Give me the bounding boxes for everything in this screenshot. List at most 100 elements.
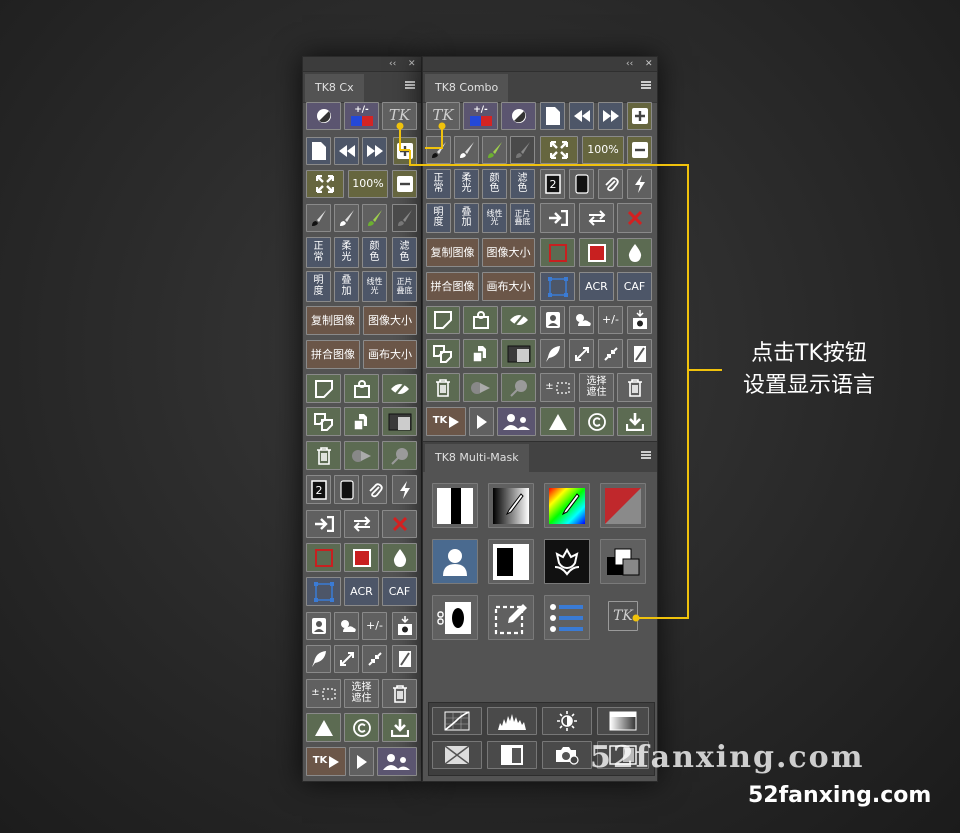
mask-list-button[interactable] (544, 595, 590, 640)
attach-button[interactable] (362, 475, 387, 504)
gradient-pick-button[interactable] (488, 483, 534, 528)
blend-multiply-button[interactable]: 正片 叠底 (510, 203, 535, 233)
select-all-button[interactable] (306, 577, 341, 606)
weather-button[interactable] (334, 612, 359, 640)
step-back-button[interactable] (334, 137, 359, 165)
canvas-size-button[interactable]: 画布大小 (363, 340, 417, 369)
half-mask-button[interactable] (488, 539, 534, 584)
save-snapshot-button[interactable] (627, 306, 652, 334)
copy-layers-button[interactable] (306, 407, 341, 436)
zoom-in-button[interactable] (627, 102, 652, 130)
blend-linear-light-button[interactable]: 线性光 (362, 271, 387, 302)
feather-button[interactable] (306, 645, 331, 673)
flatten-image-button[interactable]: 拼合图像 (306, 340, 360, 369)
panel-menu-icon[interactable] (641, 451, 651, 460)
zoom-100-button[interactable]: 100% (348, 170, 388, 198)
warning-button[interactable] (306, 713, 341, 742)
step-back-button[interactable] (569, 102, 594, 130)
group-mask-button[interactable] (463, 306, 498, 334)
import-button[interactable] (540, 203, 575, 233)
tk-settings-button[interactable]: TK (382, 102, 417, 130)
stroke-red-button[interactable] (306, 543, 341, 572)
step-forward-button[interactable] (362, 137, 387, 165)
blend-screen-button[interactable]: 滤色 (510, 169, 535, 199)
curves-button[interactable] (432, 707, 482, 735)
channel-button[interactable]: 2 (306, 475, 331, 504)
zoom-out-button[interactable] (627, 136, 652, 164)
red-diagonal-button[interactable] (600, 483, 646, 528)
tk-play-button[interactable]: TK (426, 407, 466, 436)
panel-menu-icon[interactable] (641, 81, 651, 90)
portrait-button[interactable] (540, 306, 565, 334)
swap-button[interactable] (344, 510, 379, 538)
image-size-button[interactable]: 图像大小 (482, 238, 535, 267)
brush-green-button[interactable] (482, 136, 507, 164)
import-button[interactable] (306, 510, 341, 538)
copyright-button[interactable] (579, 407, 614, 436)
users-button[interactable] (377, 747, 417, 776)
weather-button[interactable] (569, 306, 594, 334)
action-button[interactable] (627, 169, 652, 199)
smart-object-button[interactable] (463, 373, 498, 402)
select-all-button[interactable] (540, 272, 575, 301)
tab-tk8-cx[interactable]: TK8 Cx (305, 74, 364, 102)
save-snapshot-button[interactable] (392, 612, 417, 640)
flatten-image-button[interactable]: 拼合图像 (426, 272, 479, 301)
plus-minus-button[interactable]: +/- (598, 306, 623, 334)
users-button[interactable] (497, 407, 536, 436)
mobile-button[interactable] (569, 169, 594, 199)
blend-color-button[interactable]: 颜色 (482, 169, 507, 199)
contrast-button[interactable] (487, 741, 537, 769)
select-plus-minus-button[interactable]: ± (540, 373, 575, 402)
tab-tk8-combo[interactable]: TK8 Combo (425, 74, 509, 102)
delete-button[interactable] (382, 679, 417, 708)
brush-white-button[interactable] (334, 204, 359, 232)
vegetation-mask-button[interactable] (544, 539, 590, 584)
contract-selection-button[interactable] (362, 645, 387, 673)
portrait-button[interactable] (306, 612, 331, 640)
hide-layer-button[interactable] (501, 306, 536, 334)
blend-normal-button[interactable]: 正常 (306, 237, 331, 268)
brush-gray-button[interactable] (510, 136, 535, 164)
blend-luminosity-button[interactable]: 明度 (306, 271, 331, 302)
opacity-button[interactable] (617, 238, 652, 267)
dodge-burn-button[interactable] (306, 102, 341, 130)
blend-soft-light-button[interactable]: 柔光 (454, 169, 479, 199)
delete-layer-button[interactable] (306, 441, 341, 470)
group-mask-button[interactable] (344, 374, 379, 403)
caf-button[interactable]: CAF (617, 272, 652, 301)
gradient-map-button[interactable] (597, 707, 649, 735)
fit-screen-button[interactable] (540, 136, 578, 164)
blend-overlay-button[interactable]: 叠加 (454, 203, 479, 233)
export-button[interactable] (617, 407, 652, 436)
camera-raw-button[interactable] (542, 741, 592, 769)
collapse-icon[interactable]: ‹‹ (626, 57, 633, 71)
cancel-button[interactable] (617, 203, 652, 233)
overlap-mask-button[interactable] (600, 539, 646, 584)
play-button[interactable] (469, 407, 494, 436)
blend-normal-button[interactable]: 正常 (426, 169, 451, 199)
brush-white-button[interactable] (454, 136, 479, 164)
tk-settings-button[interactable]: TK (426, 102, 460, 130)
blend-screen-button[interactable]: 滤色 (392, 237, 417, 268)
select-plus-minus-button[interactable]: ± (306, 679, 341, 708)
canvas-size-button[interactable]: 画布大小 (482, 272, 535, 301)
dodge-burn-button[interactable] (501, 102, 536, 130)
fill-red-button[interactable] (344, 543, 379, 572)
brush-gray-button[interactable] (392, 204, 417, 232)
blend-soft-light-button[interactable]: 柔光 (334, 237, 359, 268)
layer-mask-button[interactable] (426, 306, 460, 334)
warning-button[interactable] (540, 407, 575, 436)
fill-red-button[interactable] (579, 238, 614, 267)
acr-button[interactable]: ACR (344, 577, 379, 606)
feather-button[interactable] (540, 339, 565, 368)
brush-green-button[interactable] (362, 204, 387, 232)
new-doc-button[interactable] (306, 137, 331, 165)
edit-selection-button[interactable] (488, 595, 534, 640)
brightness-button[interactable] (542, 707, 592, 735)
blend-linear-light-button[interactable]: 线性光 (482, 203, 507, 233)
duplicate-image-button[interactable]: 复制图像 (426, 238, 479, 267)
caf-button[interactable]: CAF (382, 577, 417, 606)
layer-mask-button[interactable] (306, 374, 341, 403)
mobile-button[interactable] (334, 475, 359, 504)
